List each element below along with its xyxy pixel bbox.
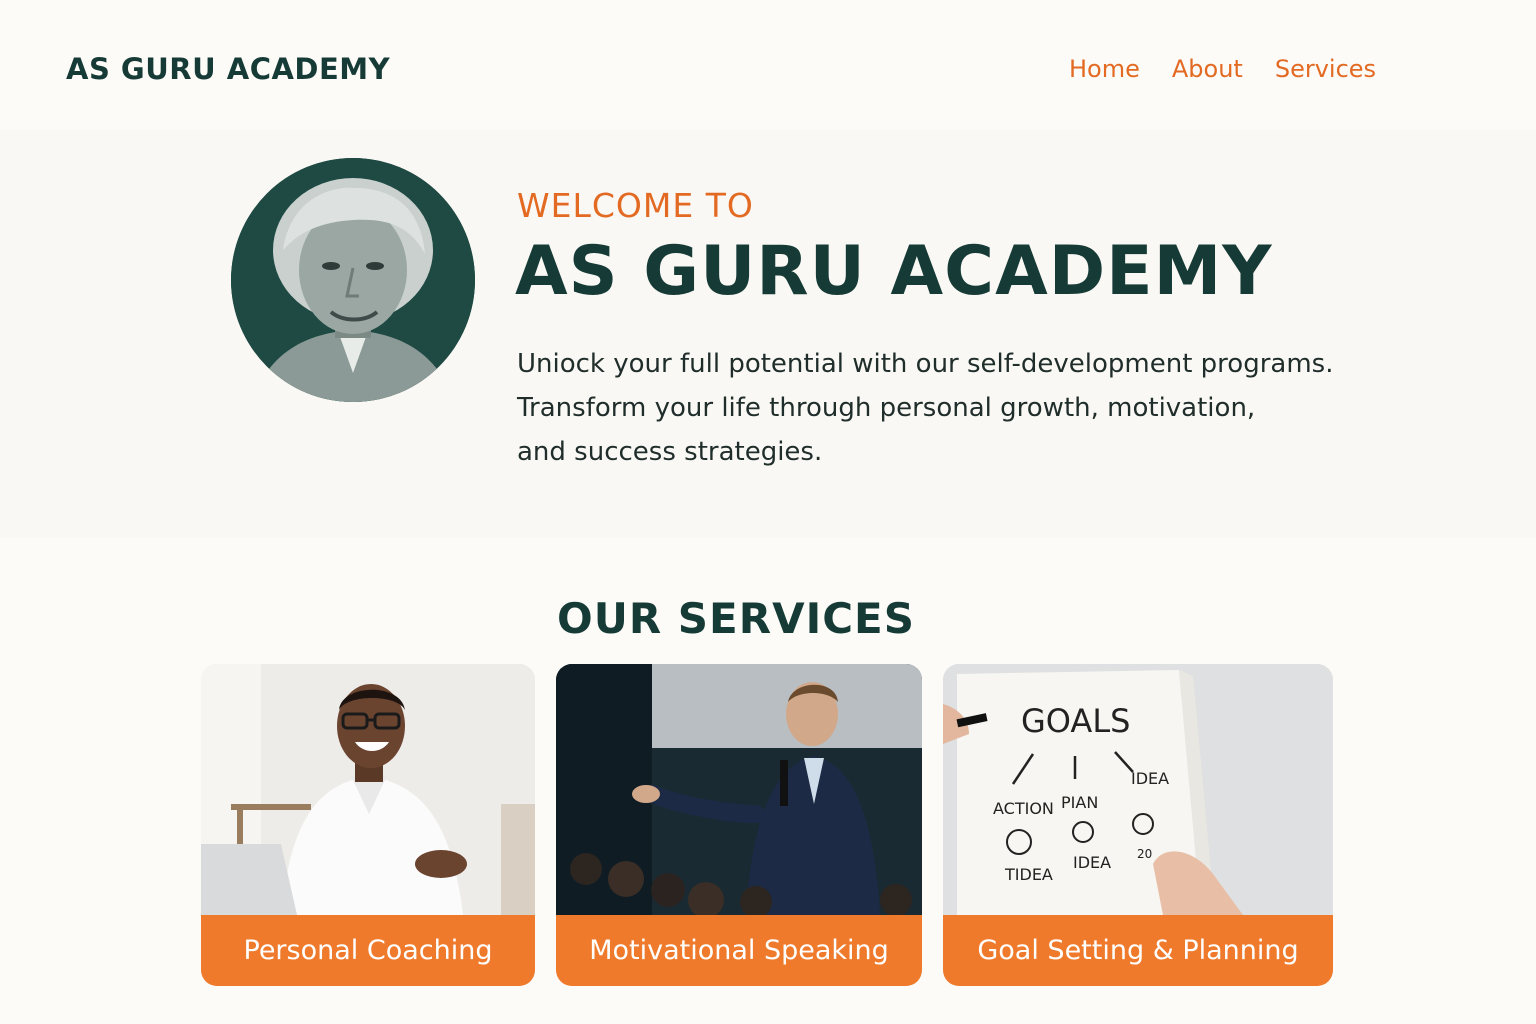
goals-sketch-word: TIDEA xyxy=(1004,865,1053,884)
nav-services-link[interactable]: Services xyxy=(1275,55,1376,83)
site-header: AS GURU ACADEMY Home About Services xyxy=(0,0,1536,130)
service-card-personal-coaching[interactable]: Personal Coaching xyxy=(201,664,535,986)
welcome-label: WELCOME TO xyxy=(517,186,754,225)
hero-description-line: Transform your life through personal gro… xyxy=(517,393,1256,423)
hero-title: AS GURU ACADEMY xyxy=(515,232,1273,311)
service-card-motivational-speaking[interactable]: Motivational Speaking xyxy=(556,664,922,986)
service-card-label: Personal Coaching xyxy=(201,915,535,986)
nav-about-link[interactable]: About xyxy=(1172,55,1243,83)
hero-description: Uniock your full potential with our self… xyxy=(517,342,1397,474)
services-heading: OUR SERVICES xyxy=(557,594,915,643)
goals-sketch-word: IDEA xyxy=(1073,853,1111,872)
goals-sketch-word: IDEA xyxy=(1131,769,1169,788)
goals-sketch-word: ACTION xyxy=(993,799,1054,818)
founder-portrait xyxy=(231,158,475,402)
goals-sketch-heading: GOALS xyxy=(1021,702,1130,740)
service-card-label: Goal Setting & Planning xyxy=(943,915,1333,986)
goals-sketch-word: PIAN xyxy=(1061,793,1098,812)
hero-description-line: and success strategies. xyxy=(517,437,823,467)
hero-section: WELCOME TO AS GURU ACADEMY Uniock your f… xyxy=(0,130,1536,538)
service-card-goal-setting[interactable]: GOALS ACTION PIAN IDEA IDEA TIDEA 20 Goa… xyxy=(943,664,1333,986)
goals-sketch-word: 20 xyxy=(1137,847,1152,861)
hero-description-line: Uniock your full potential with our self… xyxy=(517,349,1334,379)
site-logo[interactable]: AS GURU ACADEMY xyxy=(66,52,390,86)
personal-coaching-image xyxy=(201,664,535,915)
nav-home-link[interactable]: Home xyxy=(1069,55,1140,83)
motivational-speaking-image xyxy=(556,664,922,915)
goal-setting-image: GOALS ACTION PIAN IDEA IDEA TIDEA 20 xyxy=(943,664,1333,915)
service-card-label: Motivational Speaking xyxy=(556,915,922,986)
main-nav: Home About Services xyxy=(1069,55,1408,83)
